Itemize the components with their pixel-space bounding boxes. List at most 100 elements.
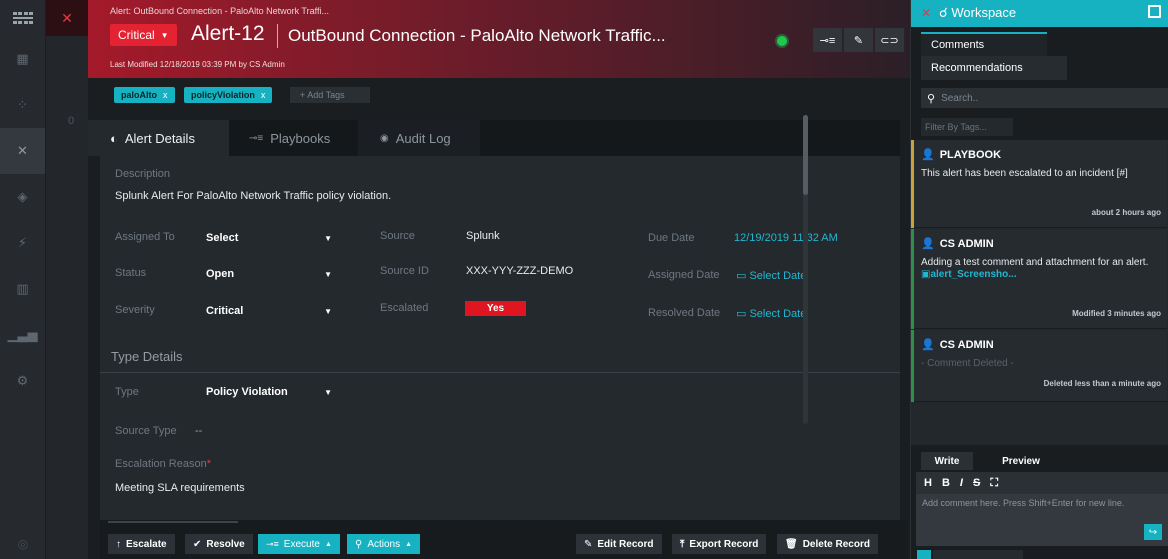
tab-alert-details[interactable]: ◐ Alert Details	[88, 120, 229, 156]
comment-textarea[interactable]: Add comment here. Press Shift+Enter for …	[916, 494, 1168, 546]
escalation-reason-value[interactable]: Meeting SLA requirements	[115, 482, 245, 494]
add-tags-input[interactable]: + Add Tags	[290, 87, 370, 103]
eye-icon: ◉	[380, 132, 389, 144]
comment-author: 👤 CS ADMIN	[921, 237, 994, 251]
playbook-button[interactable]: ⊸≡	[813, 28, 843, 52]
playbook-icon: ⊸≡	[266, 538, 279, 549]
send-comment-button[interactable]: ↪	[1144, 524, 1162, 540]
escalated-badge[interactable]: Yes	[465, 301, 526, 316]
shield-icon[interactable]: ◈	[0, 174, 45, 220]
record-header: Alert: OutBound Connection - PaloAlto Ne…	[88, 0, 910, 78]
help-icon[interactable]: ◎	[0, 529, 46, 559]
source-label: Source	[380, 230, 415, 242]
escalation-reason-text: Escalation Reason	[115, 458, 207, 470]
source-id-value[interactable]: XXX-YYY-ZZZ-DEMO	[466, 265, 573, 277]
severity-label: Critical	[118, 28, 155, 42]
queue-icon[interactable]: ⁘	[0, 82, 45, 128]
description-value[interactable]: Splunk Alert For PaloAlto Network Traffi…	[115, 190, 391, 202]
tab-audit-log[interactable]: ◉ Audit Log	[358, 120, 480, 156]
source-value[interactable]: Splunk	[466, 230, 500, 242]
source-type-value[interactable]: --	[195, 425, 202, 437]
delete-record-button[interactable]: 🗑 Delete Record	[777, 534, 878, 554]
export-record-label: Export Record	[689, 538, 759, 550]
assigned-to-select[interactable]: Select ▼	[200, 228, 340, 248]
comment-author: 👤 PLAYBOOK	[921, 148, 1002, 162]
close-icon[interactable]: ✕	[921, 6, 931, 20]
app-logo[interactable]	[0, 0, 45, 36]
record-id: Alert-12	[191, 22, 265, 45]
comment-card[interactable]: 👤 PLAYBOOK This alert has been escalated …	[911, 140, 1167, 228]
left-nav-rail: ▦ ⁘ ✕ ◈ ⚡ ▥ ▁▃▅ ⚙ ◎	[0, 0, 46, 559]
details-scroll-thumb[interactable]	[803, 115, 808, 195]
comment-card[interactable]: 👤 CS ADMIN Adding a test comment and atta…	[911, 229, 1167, 329]
comment-accent	[911, 140, 914, 228]
record-title: OutBound Connection - PaloAlto Network T…	[288, 26, 666, 45]
record-list-collapsed: ✕ 0	[46, 0, 88, 559]
escalate-button[interactable]: ↑ Escalate	[108, 534, 175, 554]
export-record-button[interactable]: ⤒ Export Record	[672, 534, 767, 554]
footer-input[interactable]	[933, 550, 1023, 559]
assigned-date-picker[interactable]: ▭ Select Date	[736, 269, 806, 282]
date-picker-label: Select Date	[749, 270, 807, 282]
trash-icon: 🗑	[785, 538, 798, 550]
author-name: PLAYBOOK	[939, 148, 1002, 161]
resources-icon[interactable]: ▥	[0, 266, 45, 312]
select-value: Policy Violation	[206, 386, 288, 398]
remove-tag-icon[interactable]: x	[261, 90, 266, 100]
status-select[interactable]: Open ▼	[200, 264, 340, 284]
title-divider	[277, 24, 278, 48]
date-picker-label: Select Date	[749, 308, 807, 320]
panel-toggle-icon[interactable]	[1148, 5, 1161, 18]
heading-icon[interactable]: H	[924, 477, 932, 489]
execute-button[interactable]: ⊸≡ Execute ▲	[258, 534, 340, 554]
fullscreen-icon[interactable]: ⛶	[990, 477, 998, 490]
list-count: 0	[68, 115, 75, 127]
attachment-link[interactable]: ▣alert_Screensho...	[921, 269, 1017, 280]
edit-button[interactable]: ✎	[844, 28, 874, 52]
automation-icon[interactable]: ⚡	[0, 220, 45, 266]
incident-response-icon[interactable]: ✕	[0, 128, 45, 174]
tab-comments[interactable]: Comments	[921, 32, 1047, 56]
link-button[interactable]: ⊂⊃	[875, 28, 905, 52]
resolve-button[interactable]: ✔ Resolve	[185, 534, 253, 554]
comment-text: Adding a test comment and attachment for…	[921, 257, 1161, 281]
type-select[interactable]: Policy Violation ▼	[200, 382, 340, 402]
workspace-title-text: Workspace	[951, 5, 1017, 20]
compose-tab-preview[interactable]: Preview	[995, 452, 1047, 470]
filter-tags-input[interactable]: Filter By Tags...	[921, 118, 1013, 136]
check-icon: ✔	[193, 538, 202, 550]
app-root: ▦ ⁘ ✕ ◈ ⚡ ▥ ▁▃▅ ⚙ ◎ ✕ 0 Alert: OutBound …	[0, 0, 1168, 559]
resolve-label: Resolve	[206, 538, 245, 550]
severity-dropdown[interactable]: Critical ▼	[110, 24, 177, 46]
settings-icon[interactable]: ⚙	[0, 358, 45, 404]
compose-toolbar: H B I S ⛶	[916, 472, 1168, 494]
tab-playbooks[interactable]: ⊸≡ Playbooks	[229, 120, 358, 156]
tag-label: policyViolation	[191, 90, 255, 100]
dashboard-icon[interactable]: ▦	[0, 36, 45, 82]
footer-button[interactable]	[917, 550, 931, 559]
edit-record-button[interactable]: ✎ Edit Record	[576, 534, 662, 554]
tag-chip[interactable]: policyViolation x	[184, 87, 273, 103]
tag-chip[interactable]: paloAlto x	[114, 87, 175, 103]
due-date-label: Due Date	[648, 232, 695, 244]
tags-bar: paloAlto x policyViolation x + Add Tags	[88, 78, 910, 112]
tab-recommendations[interactable]: Recommendations	[921, 56, 1067, 80]
close-record-icon[interactable]: ✕	[46, 0, 88, 36]
due-date-value[interactable]: 12/19/2019 11:32 AM	[734, 232, 838, 244]
execute-label: Execute	[283, 538, 320, 550]
remove-tag-icon[interactable]: x	[163, 90, 168, 100]
severity-select[interactable]: Critical ▼	[200, 301, 340, 321]
edit-record-label: Edit Record	[597, 538, 654, 550]
italic-icon[interactable]: I	[960, 477, 963, 489]
strikethrough-icon[interactable]: S	[973, 477, 980, 489]
actions-button[interactable]: ⚲ Actions ▲	[347, 534, 421, 554]
bold-icon[interactable]: B	[942, 477, 950, 489]
workspace-search[interactable]: ⚲ Search..	[921, 88, 1168, 108]
send-icon: ↪	[1148, 526, 1158, 538]
workspace-icon: ☌	[939, 5, 948, 20]
escalation-reason-label: Escalation Reason*	[115, 458, 211, 470]
compose-tab-write[interactable]: Write	[921, 452, 973, 470]
analytics-icon[interactable]: ▁▃▅	[0, 312, 45, 358]
resolved-date-picker[interactable]: ▭ Select Date	[736, 307, 806, 320]
comment-card[interactable]: 👤 CS ADMIN - Comment Deleted - Deleted le…	[911, 330, 1167, 402]
